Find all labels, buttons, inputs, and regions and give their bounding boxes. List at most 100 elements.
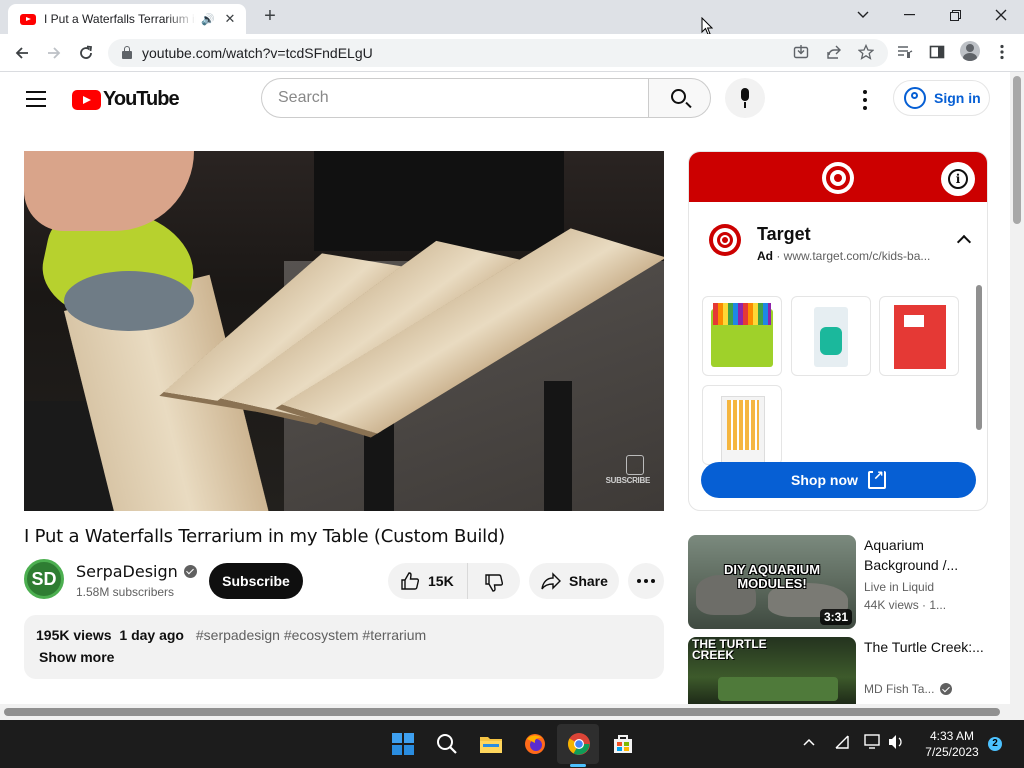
related-thumbnail[interactable]: THE TURTLE CREEK [688,637,856,704]
youtube-favicon-icon [20,13,36,25]
product-pencils[interactable] [702,385,782,465]
windows-taskbar: 4:33 AM 7/25/2023 2 [0,720,1024,768]
ad-brand-name[interactable]: Target [757,224,811,245]
related-thumbnail[interactable]: DIY AQUARIUM MODULES! 3:31 [688,535,856,629]
windows-start-icon[interactable] [390,731,416,757]
related-channel-name[interactable]: MD Fish Ta... [864,682,934,696]
share-arrow-icon [541,572,561,590]
product-pencil-sharpener[interactable] [791,296,871,376]
url-text[interactable]: youtube.com/watch?v=tcdSFndELgU [142,45,373,61]
notification-badge[interactable]: 2 [988,737,1002,751]
restore-icon[interactable] [932,0,978,30]
description-box[interactable]: 195K views 1 day ago #serpadesign #ecosy… [24,615,664,679]
ad-url-line[interactable]: Ad · www.target.com/c/kids-ba... [757,249,937,263]
close-window-icon[interactable] [978,0,1024,30]
related-video-meta: 44K views · 1... [864,598,947,612]
display-network-icon[interactable] [864,734,882,753]
external-link-icon [867,468,886,489]
channel-name[interactable]: SerpaDesign [76,562,178,581]
firefox-icon[interactable] [522,731,548,757]
voice-search-mic-icon[interactable] [725,78,765,118]
tab-audio-icon[interactable]: 🔊 [200,13,216,26]
search-input[interactable]: Search [261,78,649,118]
bookmark-star-icon[interactable] [857,43,875,61]
channel-name-link[interactable]: SerpaDesign [76,562,197,581]
minimize-icon[interactable] [886,0,932,30]
tab-close-icon[interactable]: ✕ [222,11,238,27]
channel-avatar[interactable]: SD [24,559,64,599]
verified-check-icon [940,683,953,695]
settings-kebab-icon[interactable] [862,90,868,110]
description-meta: 195K views 1 day ago #serpadesign #ecosy… [36,627,652,643]
ad-info-icon[interactable]: i [941,162,975,196]
related-channel-row[interactable]: MD Fish Ta... [864,682,953,696]
related-video-title[interactable]: Aquarium Background /... [864,535,984,575]
search-button[interactable] [648,78,711,118]
scrollbar-thumb[interactable] [4,708,1000,716]
microsoft-store-icon[interactable] [610,731,636,757]
profile-avatar-icon[interactable] [960,41,980,61]
file-explorer-icon[interactable] [478,731,504,757]
side-panel-icon[interactable] [928,43,946,61]
install-icon[interactable] [792,43,810,61]
product-red-folder[interactable] [879,296,959,376]
subscribe-button[interactable]: Subscribe [209,563,303,599]
scrollbar-thumb[interactable] [1013,76,1021,224]
show-more-button[interactable]: Show more [39,649,652,665]
share-icon[interactable] [825,43,843,61]
hashtags[interactable]: #serpadesign #ecosystem #terrarium [196,627,426,643]
ad-url[interactable]: www.target.com/c/kids-ba... [784,249,931,263]
ad-scrollbar[interactable] [976,285,982,430]
youtube-logo-text: YouTube [103,88,180,110]
like-button[interactable]: 15K [388,563,468,599]
sign-in-label: Sign in [934,90,981,106]
tab-title: I Put a Waterfalls Terrarium in [44,12,196,26]
reload-icon[interactable] [74,41,98,65]
target-ad-card[interactable]: i Target Ad · www.target.com/c/kids-ba..… [688,151,988,511]
page-horizontal-scrollbar[interactable] [0,704,1024,720]
upload-age: 1 day ago [119,627,184,643]
related-video-title[interactable]: The Turtle Creek:... [864,637,984,657]
product-colored-pencils[interactable] [702,296,782,376]
browser-tab-active[interactable]: I Put a Waterfalls Terrarium in 🔊 ✕ [8,4,246,34]
related-thumbnail-text: THE TURTLE CREEK [692,637,767,662]
search-icon [671,89,686,104]
thumbs-down-icon [485,573,504,592]
hamburger-menu-icon[interactable] [26,91,46,107]
share-label: Share [569,573,608,589]
shop-now-button[interactable]: Shop now [701,462,976,498]
page-vertical-scrollbar[interactable] [1010,72,1024,704]
share-button[interactable]: Share [529,563,619,599]
sign-in-button[interactable]: Sign in [893,80,990,116]
forward-arrow-icon[interactable] [42,41,66,65]
media-control-icon[interactable] [896,43,914,61]
dislike-button[interactable] [468,565,520,598]
browser-toolbar: youtube.com/watch?v=tcdSFndELgU [0,34,1024,72]
tray-overflow-chevron-up-icon[interactable] [802,734,816,750]
video-title: I Put a Waterfalls Terrarium in my Table… [24,526,505,547]
video-player[interactable]: SUBSCRIBE [24,151,664,511]
subscriber-count: 1.58M subscribers [76,585,175,599]
related-channel-name[interactable]: Live in Liquid [864,580,934,594]
network-disconnected-icon[interactable] [834,734,850,753]
chrome-menu-icon[interactable] [993,43,1011,61]
volume-icon[interactable] [888,734,904,753]
more-actions-icon[interactable] [628,563,664,599]
video-duration: 3:31 [819,609,852,625]
taskbar-clock[interactable]: 4:33 AM 7/25/2023 [912,728,992,760]
tab-search-chevron-down-icon[interactable] [840,0,886,30]
verified-check-icon [183,565,197,578]
address-bar[interactable]: youtube.com/watch?v=tcdSFndELgU [108,39,888,67]
back-arrow-icon[interactable] [10,41,34,65]
new-tab-button[interactable]: + [259,5,281,27]
ad-banner[interactable]: i [689,152,987,202]
chrome-icon[interactable] [566,731,592,757]
youtube-header: YouTube Search Sign in [0,72,1010,128]
chevron-up-icon[interactable] [957,232,971,246]
youtube-logo[interactable]: YouTube [72,88,180,111]
thumbs-up-icon [401,572,420,590]
search-icon[interactable] [434,731,460,757]
subscribe-watermark[interactable]: SUBSCRIBE [606,476,651,485]
target-brand-logo-icon [709,224,741,256]
lock-icon[interactable] [122,46,132,59]
